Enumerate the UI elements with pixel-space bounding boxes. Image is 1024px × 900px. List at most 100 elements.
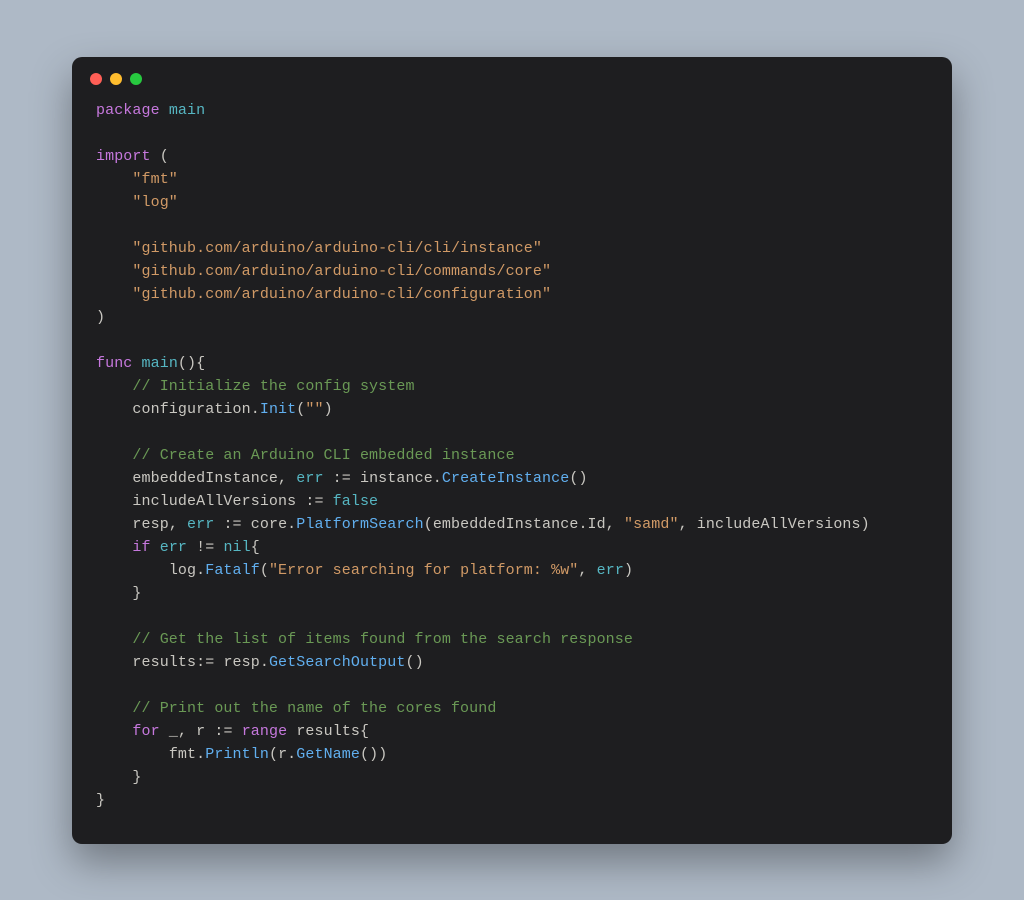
brace-open: { [196, 355, 205, 372]
code-window: package main import ( "fmt" "log" "githu… [72, 57, 952, 844]
ident-includeAllVersions: includeAllVersions [132, 493, 296, 510]
assign: := [333, 470, 351, 487]
comma: , [578, 562, 587, 579]
paren-close: ) [624, 562, 633, 579]
comma: , [679, 516, 688, 533]
keyword-if: if [132, 539, 150, 556]
string-empty: "" [305, 401, 323, 418]
keyword-func: func [96, 355, 132, 372]
paren-open: ( [360, 746, 369, 763]
ident-includeAllVersions: includeAllVersions [697, 516, 861, 533]
import-configuration: "github.com/arduino/arduino-cli/configur… [132, 286, 551, 303]
ident-nil: nil [223, 539, 250, 556]
fn-createinstance: CreateInstance [442, 470, 569, 487]
paren-close: ) [578, 470, 587, 487]
ident-resp: resp [132, 516, 168, 533]
paren-open: ( [296, 401, 305, 418]
func-name-main: main [142, 355, 178, 372]
comma: , [178, 723, 187, 740]
paren-close: ) [369, 746, 378, 763]
brace-close: } [132, 769, 141, 786]
canvas-background: package main import ( "fmt" "log" "githu… [0, 0, 1024, 900]
paren-close: ) [415, 654, 424, 671]
fn-getname: GetName [296, 746, 360, 763]
import-instance: "github.com/arduino/arduino-cli/cli/inst… [132, 240, 542, 257]
window-titlebar [72, 57, 952, 91]
ident-results: results [296, 723, 360, 740]
fn-getsearchoutput: GetSearchOutput [269, 654, 406, 671]
ident-embeddedInstance: embeddedInstance [132, 470, 278, 487]
paren-open: ( [269, 746, 278, 763]
comment-getlist: // Get the list of items found from the … [132, 631, 633, 648]
comment-create: // Create an Arduino CLI embedded instan… [132, 447, 514, 464]
obj-core: core [251, 516, 287, 533]
dot: . [196, 746, 205, 763]
string-errfmt: "Error searching for platform: %w" [269, 562, 578, 579]
obj-log: log [169, 562, 196, 579]
dot: . [260, 654, 269, 671]
dot: . [433, 470, 442, 487]
ident-err: err [597, 562, 624, 579]
ident-main: main [169, 102, 205, 119]
import-log: "log" [132, 194, 178, 211]
brace-close: } [96, 792, 105, 809]
close-icon[interactable] [90, 73, 102, 85]
ident-err: err [160, 539, 187, 556]
comment-print: // Print out the name of the cores found [132, 700, 496, 717]
ident-err: err [187, 516, 214, 533]
obj-configuration: configuration [132, 401, 250, 418]
fn-fatalf: Fatalf [205, 562, 260, 579]
paren-close: ) [378, 746, 387, 763]
paren-open: ( [160, 148, 169, 165]
fn-platformsearch: PlatformSearch [296, 516, 423, 533]
assign: := [223, 516, 241, 533]
dot: . [251, 401, 260, 418]
fn-init: Init [260, 401, 296, 418]
import-fmt: "fmt" [132, 171, 178, 188]
ident-underscore: _ [169, 723, 178, 740]
dot: . [287, 746, 296, 763]
keyword-import: import [96, 148, 151, 165]
comma: , [278, 470, 287, 487]
paren-close: ) [861, 516, 870, 533]
ident-r: r [196, 723, 205, 740]
ident-r: r [278, 746, 287, 763]
code-block: package main import ( "fmt" "log" "githu… [72, 91, 952, 820]
ident-results: results [132, 654, 196, 671]
keyword-for: for [132, 723, 159, 740]
minimize-icon[interactable] [110, 73, 122, 85]
comment-init: // Initialize the config system [132, 378, 414, 395]
ident-embeddedInstance: embeddedInstance [433, 516, 579, 533]
ident-resp: resp [223, 654, 259, 671]
zoom-icon[interactable] [130, 73, 142, 85]
paren-open: ( [405, 654, 414, 671]
neq: != [196, 539, 214, 556]
keyword-range: range [242, 723, 288, 740]
brace-open: { [251, 539, 260, 556]
dot: . [196, 562, 205, 579]
fn-println: Println [205, 746, 269, 763]
ident-false: false [333, 493, 379, 510]
obj-instance: instance [360, 470, 433, 487]
prop-id: Id [588, 516, 606, 533]
comma: , [169, 516, 178, 533]
assign: := [214, 723, 232, 740]
dot: . [287, 516, 296, 533]
paren-close: ) [187, 355, 196, 372]
paren-open: ( [260, 562, 269, 579]
paren-open: ( [424, 516, 433, 533]
dot: . [578, 516, 587, 533]
assign: := [305, 493, 323, 510]
ident-err: err [296, 470, 323, 487]
assign: := [196, 654, 214, 671]
comma: , [606, 516, 615, 533]
string-samd: "samd" [624, 516, 679, 533]
keyword-package: package [96, 102, 160, 119]
brace-close: } [132, 585, 141, 602]
paren-close: ) [96, 309, 105, 326]
import-core: "github.com/arduino/arduino-cli/commands… [132, 263, 551, 280]
paren-close: ) [324, 401, 333, 418]
paren-open: ( [178, 355, 187, 372]
obj-fmt: fmt [169, 746, 196, 763]
brace-open: { [360, 723, 369, 740]
